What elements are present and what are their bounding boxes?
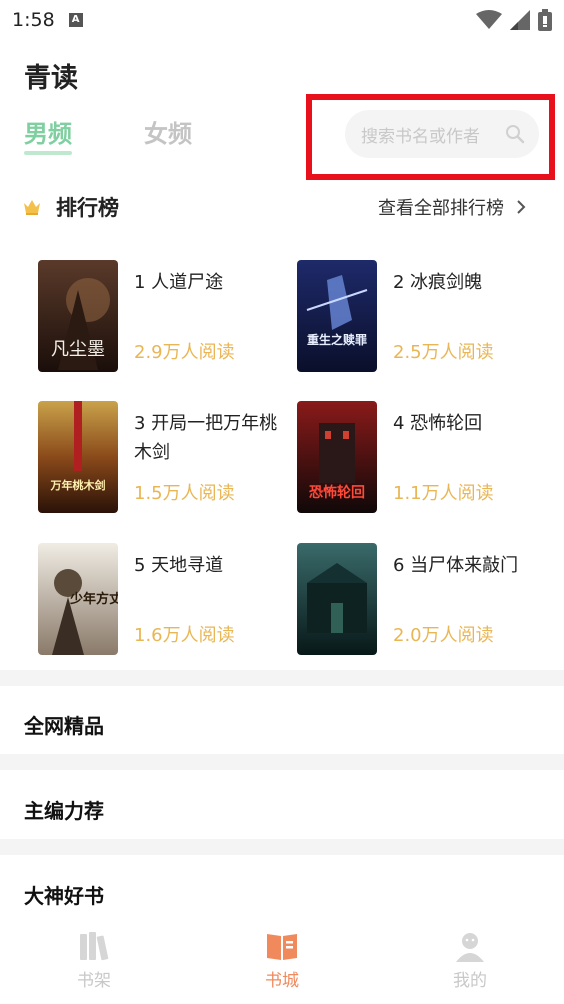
nav-bookstore[interactable]: 书城 xyxy=(188,920,376,1004)
tab-male[interactable]: 男频 xyxy=(24,114,72,155)
book-item[interactable]: 6 当尸体来敲门 2.0万人阅读 xyxy=(297,543,547,655)
section-divider xyxy=(0,754,564,770)
section-divider xyxy=(0,839,564,855)
crown-icon xyxy=(24,200,40,215)
user-icon xyxy=(456,933,484,962)
bottom-navigation: 书架 书城 我的 xyxy=(0,920,564,1004)
nav-label: 书架 xyxy=(77,971,111,991)
section-title[interactable]: 大神好书 xyxy=(24,880,104,909)
chevron-right-icon xyxy=(517,200,526,214)
app-title: 青读 xyxy=(24,63,78,94)
section-title[interactable]: 全网精品 xyxy=(24,710,104,739)
book-reads: 2.0万人阅读 xyxy=(393,625,494,646)
book-item[interactable]: 凡尘墨 1 人道尸途 2.9万人阅读 xyxy=(38,260,288,372)
book-title: 1 人道尸途 xyxy=(134,272,224,293)
nav-label: 书城 xyxy=(265,971,299,991)
cover-text: 少年方丈 xyxy=(69,591,118,607)
section-divider xyxy=(0,670,564,686)
status-bar: 1:58 A xyxy=(0,0,564,40)
cover-text: 凡尘墨 xyxy=(51,339,105,360)
book-title: 3 开局一把万年桃木剑 xyxy=(134,413,278,463)
book-item[interactable]: 重生之赎罪 2 冰痕剑魄 2.5万人阅读 xyxy=(297,260,547,372)
signal-icon xyxy=(510,10,530,30)
nav-profile[interactable]: 我的 xyxy=(376,920,564,1004)
book-reads: 1.6万人阅读 xyxy=(134,625,235,646)
book-cover[interactable]: 重生之赎罪 xyxy=(297,260,377,372)
open-book-icon xyxy=(267,934,297,960)
gender-tabs: 男频 女频 xyxy=(24,114,192,155)
book-title: 6 当尸体来敲门 xyxy=(393,555,519,576)
search-highlight-box xyxy=(306,94,555,180)
status-time: 1:58 xyxy=(12,9,55,31)
book-item[interactable]: 万年桃木剑 3 开局一把万年桃木剑 1.5万人阅读 xyxy=(38,401,288,513)
nav-bookshelf[interactable]: 书架 xyxy=(0,920,188,1004)
book-cover[interactable]: 少年方丈 xyxy=(38,543,118,655)
cover-text: 重生之赎罪 xyxy=(307,332,367,347)
book-cover[interactable]: 凡尘墨 xyxy=(38,260,118,372)
book-title: 5 天地寻道 xyxy=(134,555,224,576)
book-item[interactable]: 少年方丈 5 天地寻道 1.6万人阅读 xyxy=(38,543,288,655)
book-reads: 1.1万人阅读 xyxy=(393,483,494,504)
book-item[interactable]: 恐怖轮回 4 恐怖轮回 1.1万人阅读 xyxy=(297,401,547,513)
section-title[interactable]: 主编力荐 xyxy=(24,795,104,824)
book-title: 2 冰痕剑魄 xyxy=(393,272,483,293)
ranking-title: 排行榜 xyxy=(56,196,119,220)
book-reads: 2.9万人阅读 xyxy=(134,342,235,363)
cover-text: 万年桃木剑 xyxy=(50,478,106,492)
tab-female[interactable]: 女频 xyxy=(144,114,192,149)
book-title: 4 恐怖轮回 xyxy=(393,413,483,434)
bookshelf-icon xyxy=(80,932,109,961)
book-cover[interactable] xyxy=(297,543,377,655)
book-cover[interactable]: 万年桃木剑 xyxy=(38,401,118,513)
ranking-header: 排行榜 查看全部排行榜 xyxy=(22,190,542,224)
wifi-icon xyxy=(476,10,502,29)
book-reads: 1.5万人阅读 xyxy=(134,483,235,504)
battery-icon xyxy=(538,9,552,31)
nav-label: 我的 xyxy=(453,971,487,991)
notification-icon: A xyxy=(68,13,83,27)
book-reads: 2.5万人阅读 xyxy=(393,342,494,363)
cover-text: 恐怖轮回 xyxy=(309,484,365,501)
book-cover[interactable]: 恐怖轮回 xyxy=(297,401,377,513)
view-all-rankings-link[interactable]: 查看全部排行榜 xyxy=(378,194,526,220)
view-all-label: 查看全部排行榜 xyxy=(378,198,504,219)
